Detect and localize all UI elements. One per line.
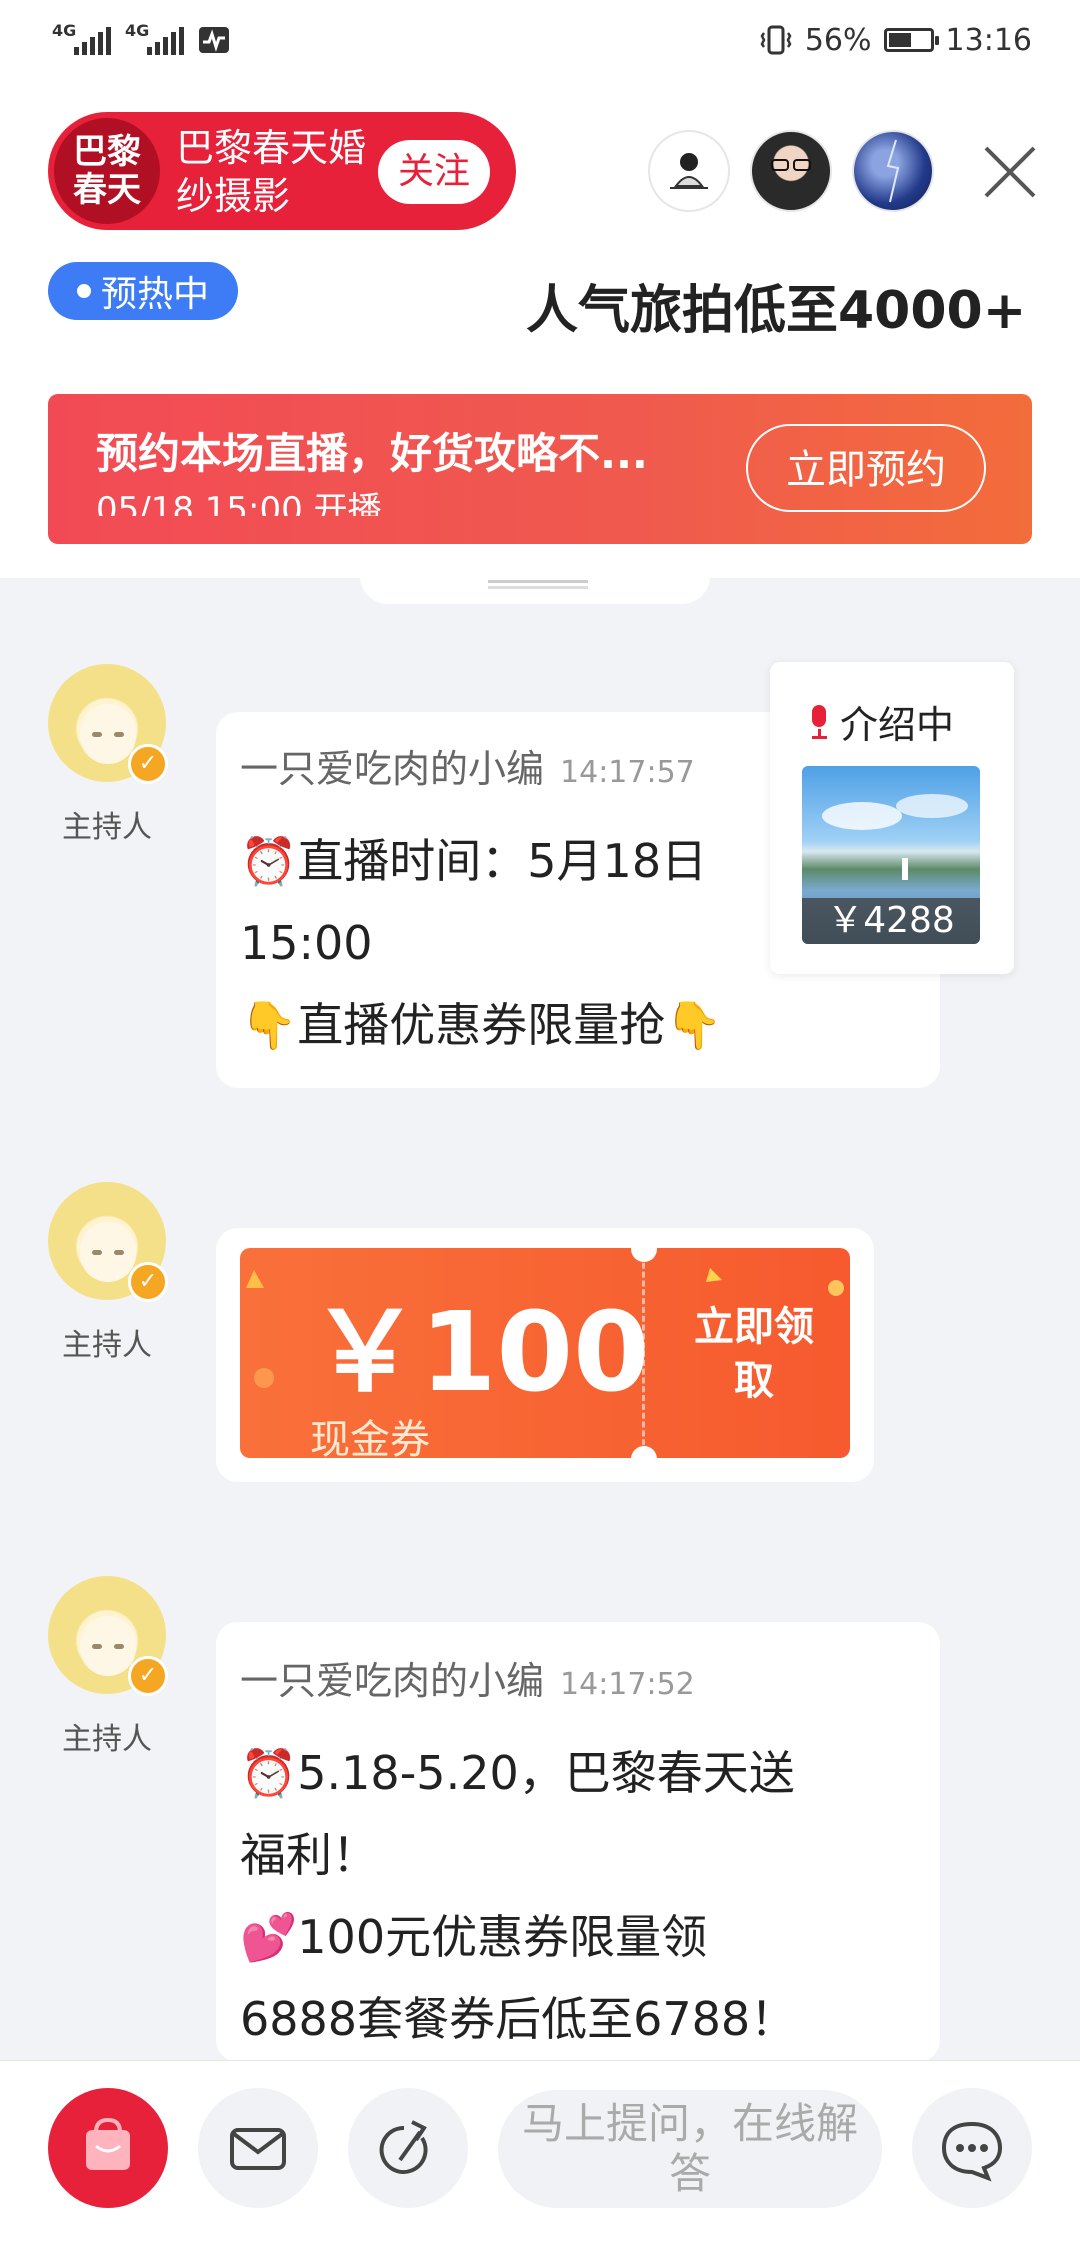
- message-header: 一只爱吃肉的小编 14:17:52: [240, 1650, 695, 1705]
- message-button[interactable]: [198, 2088, 318, 2208]
- shopping-bag-button[interactable]: [48, 2088, 168, 2208]
- reserve-title: 预约本场直播，好货攻略不...: [96, 429, 648, 478]
- envelope-icon: [230, 2128, 286, 2170]
- message-time: 14:17:57: [560, 755, 695, 790]
- intro-label: 介绍中: [808, 694, 954, 749]
- message-author: 一只爱吃肉的小编: [240, 747, 545, 791]
- share-button[interactable]: [348, 2088, 468, 2208]
- alarm-clock-icon: ⏰: [240, 834, 298, 888]
- marquee-text: 人气旅拍低至4000+: [526, 281, 1026, 341]
- coupon-divider: [642, 1254, 645, 1454]
- viewer-avatar[interactable]: [852, 130, 934, 212]
- status-right: 56% 13:16: [759, 18, 1032, 62]
- message-body: ⏰5.18-5.20，巴黎春天送 福利！ 💕100元优惠券限量领 6888套餐券…: [240, 1746, 797, 2046]
- chat-button[interactable]: [912, 2088, 1032, 2208]
- reserve-time: 05/18 15:00 开播: [96, 490, 382, 516]
- viewer-avatar[interactable]: [648, 130, 730, 212]
- coupon-amount: ￥100: [310, 1288, 650, 1416]
- signal-icon: 4G: [52, 21, 111, 55]
- brand-logo: 巴黎春天: [54, 118, 160, 224]
- pointing-down-icon: 👇: [240, 998, 298, 1052]
- host-label: 主持人: [62, 1328, 152, 1363]
- status-dot-icon: [76, 284, 91, 298]
- pointing-down-icon: 👇: [665, 998, 723, 1052]
- drag-handle-icon: [488, 580, 588, 583]
- verified-icon: ✓: [128, 744, 168, 784]
- product-price: ￥4288: [802, 898, 980, 944]
- close-icon[interactable]: [980, 142, 1040, 202]
- coupon-type: 现金券: [310, 1417, 430, 1458]
- host-label: 主持人: [62, 810, 152, 845]
- verified-icon: ✓: [128, 1656, 168, 1696]
- drag-handle-icon: [488, 586, 588, 589]
- vibrate-icon: [760, 25, 792, 55]
- status-left: 4G 4G: [52, 20, 230, 60]
- coupon-claim-button[interactable]: 立即领取: [694, 1300, 814, 1408]
- clock: 13:16: [945, 22, 1032, 58]
- follow-button[interactable]: 关注: [378, 140, 490, 204]
- viewer-avatar[interactable]: [750, 130, 832, 212]
- message-author: 一只爱吃肉的小编: [240, 1659, 545, 1703]
- verified-icon: ✓: [128, 1262, 168, 1302]
- preheat-badge: 预热中: [48, 262, 238, 320]
- ask-question-input[interactable]: 马上提问，在线解答: [498, 2090, 882, 2208]
- reserve-button[interactable]: 立即预约: [746, 424, 986, 512]
- two-hearts-icon: 💕: [240, 1910, 298, 1964]
- message-header: 一只爱吃肉的小编 14:17:57: [240, 738, 695, 793]
- host-label: 主持人: [62, 1722, 152, 1757]
- activity-icon: [199, 27, 229, 53]
- share-icon: [379, 2120, 428, 2174]
- chat-bubble-icon: [941, 2121, 1003, 2182]
- message-time: 14:17:52: [560, 1667, 695, 1702]
- microphone-icon: [808, 704, 830, 739]
- signal-icon-2: 4G: [125, 21, 184, 55]
- brand-name: 巴黎春天婚纱摄影: [176, 126, 367, 218]
- coupon-notch: [631, 1236, 657, 1262]
- alarm-clock-icon: ⏰: [240, 1746, 298, 1800]
- battery-icon: [883, 28, 939, 52]
- shopping-bag-icon: [86, 2117, 130, 2170]
- coupon-notch: [631, 1446, 657, 1472]
- battery-percent: 56%: [804, 22, 872, 58]
